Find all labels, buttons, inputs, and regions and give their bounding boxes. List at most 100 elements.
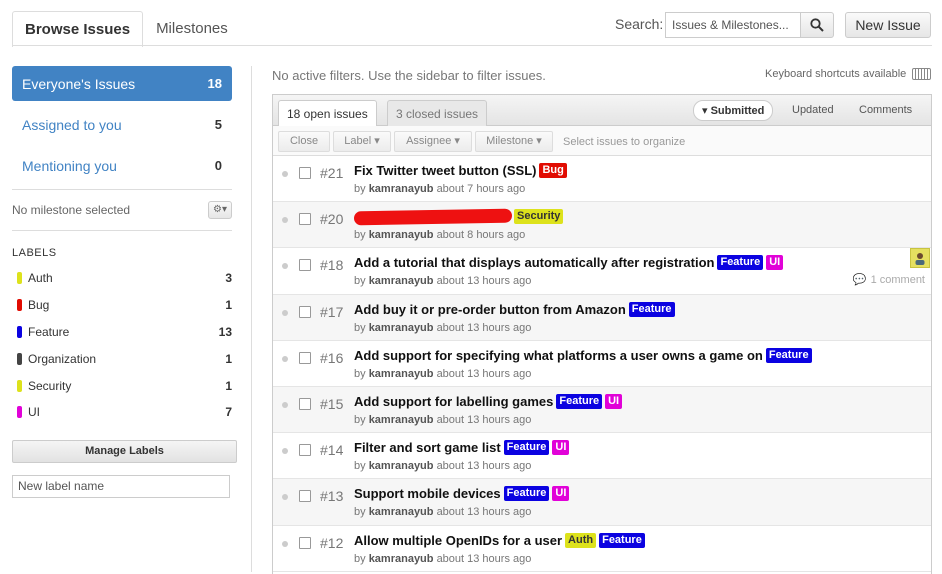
issue-row[interactable]: #17 Add buy it or pre-order button from A… xyxy=(273,294,931,341)
issue-title[interactable]: Add support for specifying what platform… xyxy=(354,348,763,363)
issue-author[interactable]: kamranayub xyxy=(369,229,434,241)
issue-row[interactable]: #16 Add support for specifying what platf… xyxy=(273,341,931,387)
issue-label-ui[interactable]: UI xyxy=(552,440,570,456)
issue-label-ui[interactable]: UI xyxy=(552,486,570,502)
issue-label-security[interactable]: Security xyxy=(514,209,564,225)
issue-by: by xyxy=(354,506,366,519)
issue-checkbox[interactable] xyxy=(299,444,311,457)
issue-title[interactable]: Support mobile devices xyxy=(354,486,501,501)
issue-checkbox[interactable] xyxy=(299,351,311,364)
issue-checkbox[interactable] xyxy=(299,305,311,318)
tab-browse-issues[interactable]: Browse Issues xyxy=(12,11,144,47)
issue-label-feature[interactable]: Feature xyxy=(503,440,550,456)
milestone-selector: No milestone selected ⚙▾ xyxy=(12,190,232,230)
sidebar-item-mentioning-you[interactable]: Mentioning you 0 xyxy=(12,148,232,183)
issue-label-feature[interactable]: Feature xyxy=(717,255,764,271)
issue-row[interactable]: #21 Fix Twitter tweet button (SSL) Bug by k… xyxy=(273,156,931,203)
issue-status-dot xyxy=(282,309,288,316)
issue-author[interactable]: kamranayub xyxy=(369,368,434,380)
sort-updated[interactable]: Updated xyxy=(784,100,842,121)
sort-comments[interactable]: Comments xyxy=(851,100,920,121)
label-item-feature[interactable]: Feature 13 xyxy=(12,319,232,346)
issue-title[interactable]: Add a tutorial that displays automatical… xyxy=(354,255,714,270)
sidebar-item-label: Assigned to you xyxy=(22,116,122,133)
issue-author[interactable]: kamranayub xyxy=(369,183,434,195)
milestone-gear-button[interactable]: ⚙▾ xyxy=(208,201,232,219)
gear-icon: ⚙▾ xyxy=(213,204,227,215)
issue-checkbox[interactable] xyxy=(299,536,311,549)
issue-number: #15 xyxy=(320,395,344,412)
issue-row[interactable]: #12 Allow multiple OpenIDs for a user Auth… xyxy=(273,526,931,572)
top-bar: Browse Issues Milestones Search: New Iss… xyxy=(0,0,942,47)
assignee-dropdown[interactable]: Assignee ▾ xyxy=(394,131,472,152)
issue-row[interactable]: #18 Add a tutorial that displays automati… xyxy=(273,248,931,295)
issue-row[interactable]: #13 Support mobile devices Feature UI by kam… xyxy=(273,479,931,526)
issue-label-feature[interactable]: Feature xyxy=(628,301,675,317)
sort-submitted[interactable]: ▾ Submitted xyxy=(693,100,774,121)
keyboard-shortcuts-link[interactable]: Keyboard shortcuts available xyxy=(765,68,932,80)
issue-title[interactable]: Fix Twitter tweet button (SSL) xyxy=(354,163,536,178)
issue-label-auth[interactable]: Auth xyxy=(565,532,597,548)
issue-title-line: Support mobile devices Feature UI xyxy=(354,486,572,502)
close-button[interactable]: Close xyxy=(278,131,330,152)
issue-title[interactable]: Add buy it or pre-order button from Amaz… xyxy=(354,302,626,317)
issue-author[interactable]: kamranayub xyxy=(369,553,434,565)
label-item-ui[interactable]: UI 7 xyxy=(12,399,232,426)
issue-number: #12 xyxy=(320,534,344,551)
issue-label-ui[interactable]: UI xyxy=(766,255,784,271)
issue-checkbox[interactable] xyxy=(299,397,311,410)
tab-open-issues[interactable]: 18 open issues xyxy=(278,100,377,127)
issue-label-feature[interactable]: Feature xyxy=(765,347,812,363)
issue-number: #17 xyxy=(320,303,344,320)
tab-milestones[interactable]: Milestones xyxy=(143,10,241,46)
issue-time: about 13 hours ago xyxy=(436,552,532,565)
issue-author[interactable]: kamranayub xyxy=(369,460,434,472)
label-item-bug[interactable]: Bug 1 xyxy=(12,292,232,319)
issue-label-feature[interactable]: Feature xyxy=(503,486,550,502)
issue-row[interactable]: #15 Add support for labelling games Featur… xyxy=(273,386,931,434)
issue-checkbox[interactable] xyxy=(299,490,311,503)
issue-meta: by kamranayub about 13 hours ago xyxy=(354,506,531,518)
milestone-text: No milestone selected xyxy=(12,203,131,217)
issue-title[interactable]: Add support for labelling games xyxy=(354,394,553,409)
sidebar-item-assigned-to-you[interactable]: Assigned to you 5 xyxy=(12,107,232,142)
issue-status-dot xyxy=(282,171,288,177)
avatar[interactable] xyxy=(910,248,930,269)
issue-author[interactable]: kamranayub xyxy=(369,275,434,287)
issue-title-line: Add support for labelling games Feature UI xyxy=(354,393,625,409)
chevron-down-icon: ▾ xyxy=(371,135,380,147)
label-item-organization[interactable]: Organization 1 xyxy=(12,345,232,372)
issue-checkbox[interactable] xyxy=(299,259,311,272)
label-item-auth[interactable]: Auth 3 xyxy=(12,265,232,292)
top-divider xyxy=(12,45,932,46)
issue-author[interactable]: kamranayub xyxy=(369,414,434,426)
label-color-swatch xyxy=(17,299,22,312)
issue-title[interactable]: Allow multiple OpenIDs for a user xyxy=(354,533,562,548)
keyboard-icon xyxy=(912,68,932,80)
issue-by: by xyxy=(354,229,366,242)
new-label-input[interactable] xyxy=(12,474,230,498)
milestone-dropdown[interactable]: Milestone ▾ xyxy=(475,131,553,152)
sidebar-item-everyones-issues[interactable]: Everyone's Issues 18 xyxy=(12,66,232,101)
issue-label-bug[interactable]: Bug xyxy=(539,163,567,178)
label-dropdown[interactable]: Label ▾ xyxy=(333,131,391,152)
issue-row[interactable]: #20 Security by kamranayub about 8 hours a… xyxy=(273,202,931,249)
issue-label-feature[interactable]: Feature xyxy=(599,532,645,548)
label-dropdown-text: Label xyxy=(344,135,372,147)
manage-labels-button[interactable]: Manage Labels xyxy=(12,439,237,463)
comment-count[interactable]: 💬 1 comment xyxy=(853,273,925,287)
issue-number: #16 xyxy=(320,349,344,366)
issue-title[interactable]: Filter and sort game list xyxy=(354,440,501,455)
issue-row[interactable]: #14 Filter and sort game list Feature UI by … xyxy=(273,433,931,480)
issue-label-ui[interactable]: UI xyxy=(605,393,623,409)
issue-checkbox[interactable] xyxy=(299,213,311,226)
tab-closed-issues[interactable]: 3 closed issues xyxy=(387,100,488,126)
issue-author[interactable]: kamranayub xyxy=(369,506,434,518)
search-button[interactable] xyxy=(800,12,834,38)
issue-checkbox[interactable] xyxy=(299,167,311,179)
new-issue-button[interactable]: New Issue xyxy=(845,12,931,38)
issue-label-feature[interactable]: Feature xyxy=(556,393,603,409)
search-input[interactable] xyxy=(665,12,801,38)
label-item-security[interactable]: Security 1 xyxy=(12,372,232,399)
issue-author[interactable]: kamranayub xyxy=(369,322,434,334)
